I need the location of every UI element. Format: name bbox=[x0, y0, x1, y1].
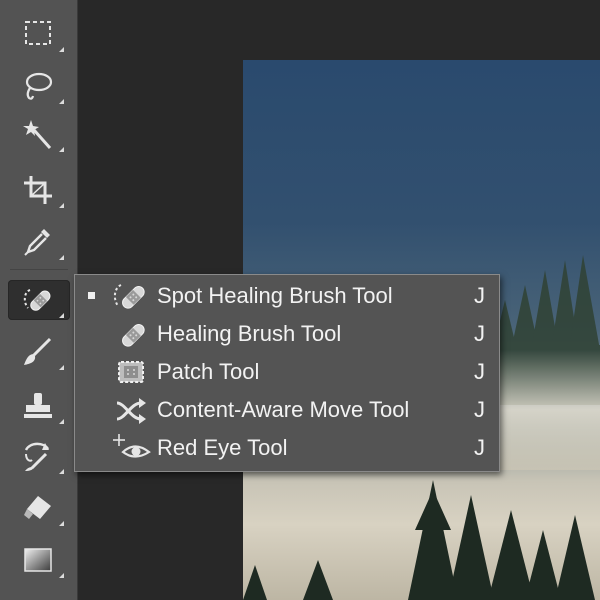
submenu-indicator bbox=[59, 469, 64, 474]
submenu-indicator bbox=[59, 47, 64, 52]
menu-item-content-aware-move[interactable]: Content-Aware Move Tool J bbox=[75, 391, 499, 429]
history-brush-tool[interactable] bbox=[8, 436, 70, 476]
rectangular-marquee-icon bbox=[25, 21, 51, 45]
crop-icon bbox=[24, 176, 52, 204]
brush-tool[interactable] bbox=[8, 332, 70, 372]
spot-healing-brush-icon bbox=[23, 289, 51, 311]
magic-wand-tool[interactable] bbox=[8, 114, 70, 154]
submenu-indicator bbox=[59, 365, 64, 370]
submenu-indicator bbox=[59, 313, 64, 318]
lasso-icon bbox=[25, 72, 53, 100]
submenu-indicator bbox=[59, 419, 64, 424]
menu-item-shortcut: J bbox=[474, 283, 485, 308]
tools-panel bbox=[0, 0, 78, 600]
menu-item-label: Red Eye Tool bbox=[157, 435, 288, 460]
menu-item-spot-healing-brush[interactable]: Spot Healing Brush Tool J bbox=[75, 277, 499, 315]
submenu-indicator bbox=[59, 147, 64, 152]
brush-icon bbox=[24, 337, 52, 365]
menu-item-patch[interactable]: Patch Tool J bbox=[75, 353, 499, 391]
toolbar-separator bbox=[10, 269, 68, 270]
submenu-indicator bbox=[59, 99, 64, 104]
crop-tool[interactable] bbox=[8, 170, 70, 210]
content-aware-move-icon bbox=[116, 398, 146, 424]
gradient-tool[interactable] bbox=[8, 540, 70, 580]
menu-item-label: Spot Healing Brush Tool bbox=[157, 283, 393, 308]
menu-item-shortcut: J bbox=[474, 321, 485, 346]
patch-icon bbox=[118, 361, 144, 383]
spot-healing-brush-icon bbox=[113, 284, 145, 309]
rectangular-marquee-tool[interactable] bbox=[8, 14, 70, 54]
menu-item-shortcut: J bbox=[474, 359, 485, 384]
healing-brush-icon bbox=[122, 324, 145, 347]
submenu-indicator bbox=[59, 255, 64, 260]
menu-item-healing-brush[interactable]: Healing Brush Tool J bbox=[75, 315, 499, 353]
submenu-indicator bbox=[59, 203, 64, 208]
lasso-tool[interactable] bbox=[8, 66, 70, 106]
submenu-indicator bbox=[59, 573, 64, 578]
clone-stamp-tool[interactable] bbox=[8, 386, 70, 426]
menu-item-red-eye[interactable]: Red Eye Tool J bbox=[75, 429, 499, 467]
menu-item-label: Healing Brush Tool bbox=[157, 321, 342, 346]
gradient-icon bbox=[24, 548, 52, 572]
eyedropper-tool[interactable] bbox=[8, 222, 70, 262]
healing-tools-flyout: Spot Healing Brush Tool J Healing Brush … bbox=[74, 274, 500, 472]
red-eye-icon bbox=[113, 434, 151, 458]
menu-item-label: Content-Aware Move Tool bbox=[157, 397, 410, 422]
selected-bullet bbox=[88, 292, 95, 299]
eraser-tool[interactable] bbox=[8, 488, 70, 528]
submenu-indicator bbox=[59, 521, 64, 526]
menu-item-shortcut: J bbox=[474, 397, 485, 422]
eraser-icon bbox=[24, 496, 51, 519]
magic-wand-icon bbox=[23, 120, 52, 149]
clone-stamp-icon bbox=[24, 393, 52, 418]
history-brush-icon bbox=[24, 442, 50, 471]
menu-item-label: Patch Tool bbox=[157, 359, 260, 384]
eyedropper-icon bbox=[24, 229, 50, 256]
menu-item-shortcut: J bbox=[474, 435, 485, 460]
spot-healing-brush-tool[interactable] bbox=[8, 280, 70, 320]
